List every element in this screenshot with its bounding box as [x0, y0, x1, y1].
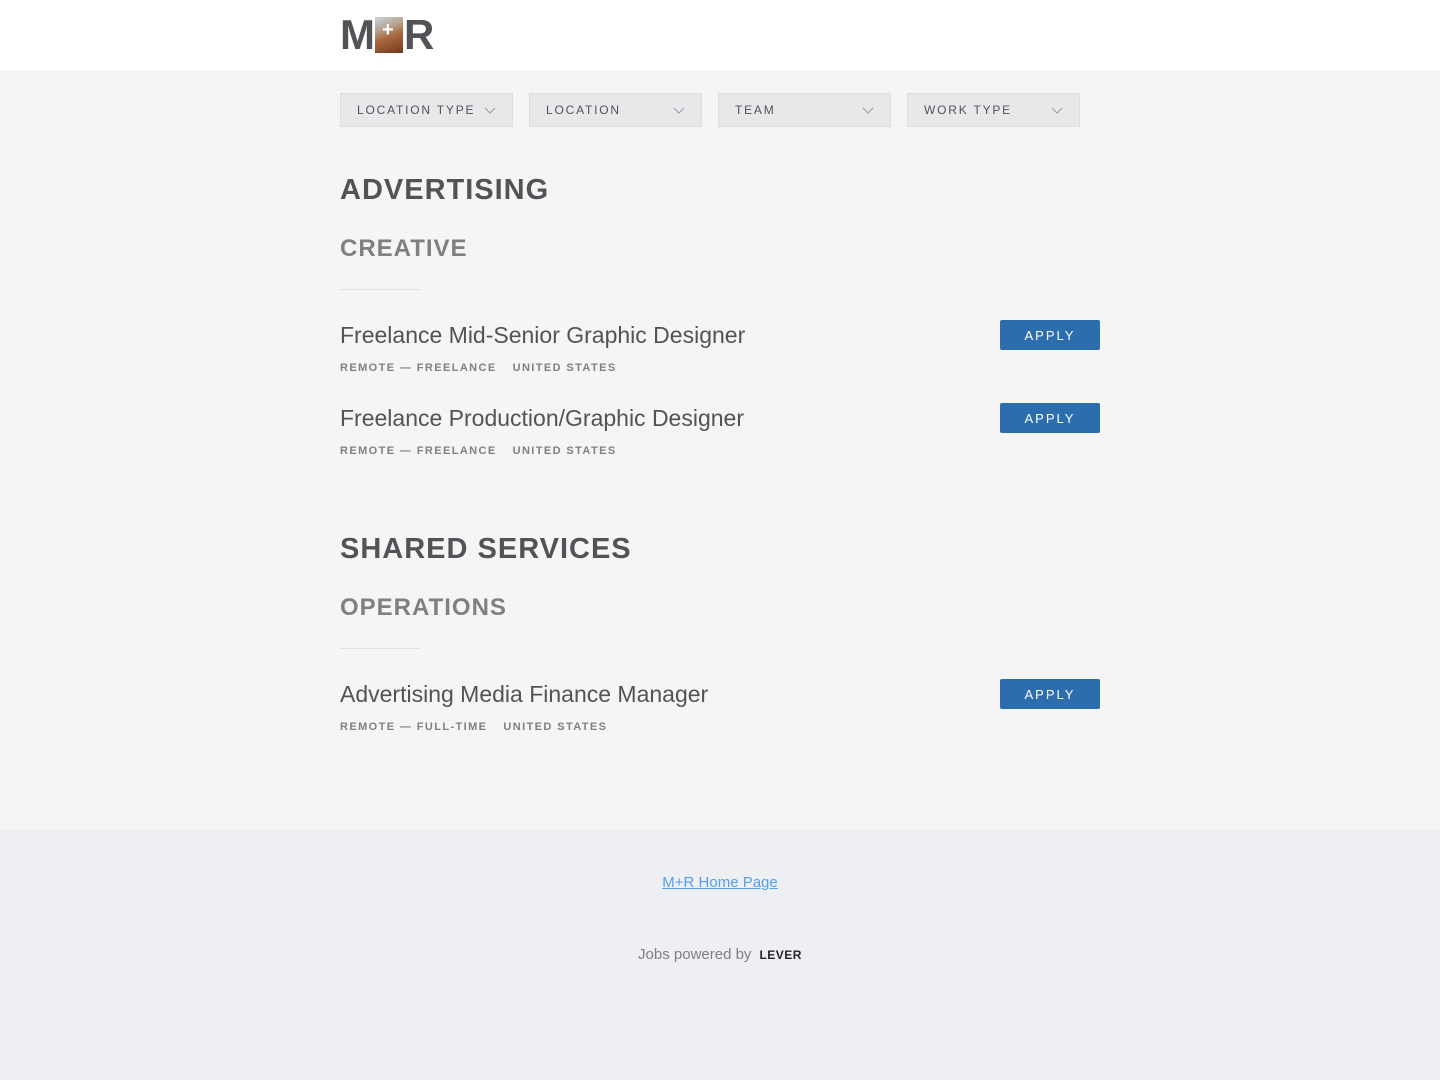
job-title-link[interactable]: Freelance Mid-Senior Graphic Designer — [340, 320, 1100, 350]
home-page-link[interactable]: M+R Home Page — [662, 874, 777, 891]
header-inner: M + R — [340, 0, 1100, 58]
department-title: ADVERTISING — [340, 174, 550, 206]
powered-by-text: Jobs powered by — [638, 946, 752, 963]
page-footer: M+R Home Page Jobs powered by LEVER — [0, 830, 1440, 1080]
lever-logo[interactable]: LEVER — [759, 948, 802, 962]
department-advertising: ADVERTISING CREATIVE Freelance Mid-Senio… — [340, 173, 1100, 486]
job-meta: REMOTE — FREELANCE UNITED STATES — [340, 362, 1100, 374]
team-title: OPERATIONS — [340, 594, 507, 621]
team-title: CREATIVE — [340, 235, 468, 262]
job-posting: Freelance Mid-Senior Graphic Designer RE… — [340, 320, 1100, 403]
filter-work-type[interactable]: WORK TYPE — [907, 93, 1080, 127]
powered-by: Jobs powered by LEVER — [0, 946, 1440, 963]
main-inner: LOCATION TYPE LOCATION TEAM WORK TYPE AD… — [340, 70, 1100, 762]
chevron-down-icon — [673, 107, 685, 114]
filter-team[interactable]: TEAM — [718, 93, 891, 127]
filter-location-type[interactable]: LOCATION TYPE — [340, 93, 513, 127]
logo-letter-m: M — [340, 11, 375, 58]
chevron-down-icon — [1051, 107, 1063, 114]
job-meta: REMOTE — FREELANCE UNITED STATES — [340, 445, 1100, 457]
job-title-link[interactable]: Advertising Media Finance Manager — [340, 679, 1100, 709]
logo-plus: + — [382, 19, 394, 41]
job-posting: Advertising Media Finance Manager REMOTE… — [340, 679, 1100, 762]
job-location: UNITED STATES — [512, 362, 617, 374]
filter-label: LOCATION — [546, 103, 621, 117]
filter-label: WORK TYPE — [924, 103, 1012, 117]
job-commitment: REMOTE — FREELANCE — [340, 445, 497, 457]
apply-button[interactable]: APPLY — [1000, 679, 1100, 709]
divider — [340, 289, 420, 290]
job-commitment: REMOTE — FULL-TIME — [340, 721, 488, 733]
divider — [340, 648, 420, 649]
department-title: SHARED SERVICES — [340, 533, 632, 565]
job-location: UNITED STATES — [503, 721, 608, 733]
page-header: M + R — [0, 0, 1440, 70]
filter-label: TEAM — [735, 103, 776, 117]
job-commitment: REMOTE — FREELANCE — [340, 362, 497, 374]
job-meta: REMOTE — FULL-TIME UNITED STATES — [340, 721, 1100, 733]
filter-bar: LOCATION TYPE LOCATION TEAM WORK TYPE — [340, 93, 1100, 127]
filter-location[interactable]: LOCATION — [529, 93, 702, 127]
chevron-down-icon — [484, 107, 496, 114]
job-title-link[interactable]: Freelance Production/Graphic Designer — [340, 403, 1100, 433]
chevron-down-icon — [862, 107, 874, 114]
logo-letter-r: R — [404, 11, 434, 58]
main-content: LOCATION TYPE LOCATION TEAM WORK TYPE AD… — [0, 70, 1440, 830]
apply-button[interactable]: APPLY — [1000, 403, 1100, 433]
job-posting: Freelance Production/Graphic Designer RE… — [340, 403, 1100, 486]
filter-label: LOCATION TYPE — [357, 103, 476, 117]
logo-photo: + — [375, 17, 403, 53]
department-shared-services: SHARED SERVICES OPERATIONS Advertising M… — [340, 532, 1100, 762]
apply-button[interactable]: APPLY — [1000, 320, 1100, 350]
job-location: UNITED STATES — [512, 445, 617, 457]
company-logo[interactable]: M + R — [340, 11, 436, 58]
